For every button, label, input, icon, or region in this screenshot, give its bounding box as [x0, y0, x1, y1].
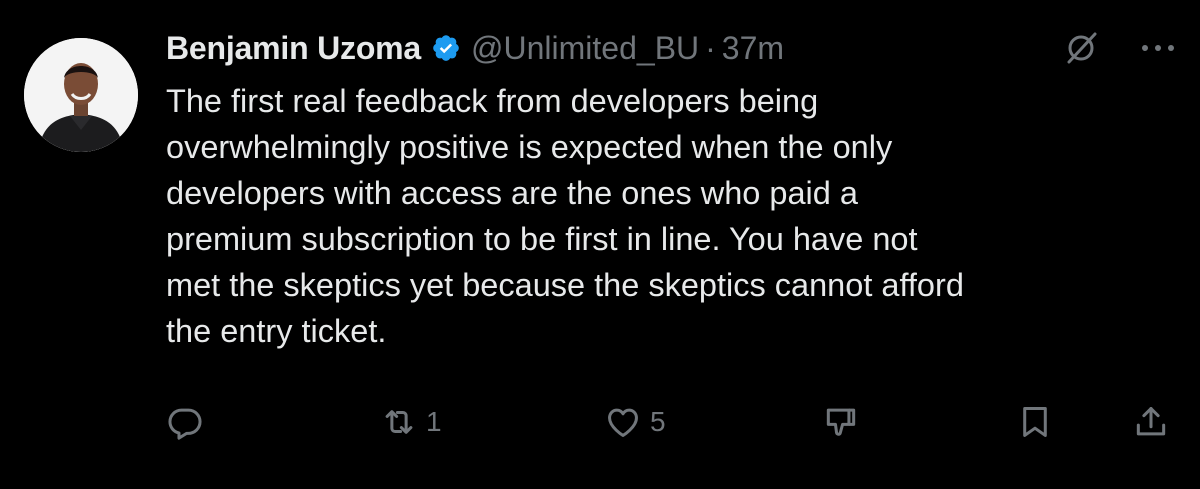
reply-button[interactable]	[166, 400, 212, 444]
retweet-icon	[380, 403, 418, 441]
tweet[interactable]: Benjamin Uzoma @Unlimited_BU · 37m The f	[0, 0, 1200, 489]
more-icon[interactable]	[1138, 31, 1178, 65]
tweet-action-bar: 1 5	[0, 400, 1200, 444]
verified-badge-icon[interactable]	[431, 33, 461, 63]
reply-icon	[166, 403, 204, 441]
share-icon	[1132, 403, 1170, 441]
bookmark-button[interactable]	[1016, 400, 1054, 444]
share-button[interactable]	[1132, 400, 1170, 444]
grok-icon[interactable]	[1064, 31, 1098, 65]
avatar[interactable]	[24, 38, 138, 152]
retweet-button[interactable]: 1	[380, 400, 442, 444]
tweet-text: The first real feedback from developers …	[166, 83, 964, 349]
bookmark-icon	[1016, 403, 1054, 441]
like-icon	[604, 403, 642, 441]
retweet-count: 1	[426, 406, 442, 437]
author-display-name[interactable]: Benjamin Uzoma	[166, 30, 421, 67]
tweet-timestamp[interactable]: 37m	[722, 30, 784, 67]
profile-photo	[24, 38, 138, 152]
like-button[interactable]: 5	[604, 400, 666, 444]
like-count: 5	[650, 406, 666, 437]
downvote-icon	[822, 403, 860, 441]
header-separator: ·	[705, 29, 716, 66]
author-handle[interactable]: @Unlimited_BU	[471, 30, 699, 67]
downvote-button[interactable]	[822, 400, 860, 444]
tweet-top-actions	[1064, 26, 1178, 70]
tweet-header: Benjamin Uzoma @Unlimited_BU · 37m	[166, 26, 784, 70]
